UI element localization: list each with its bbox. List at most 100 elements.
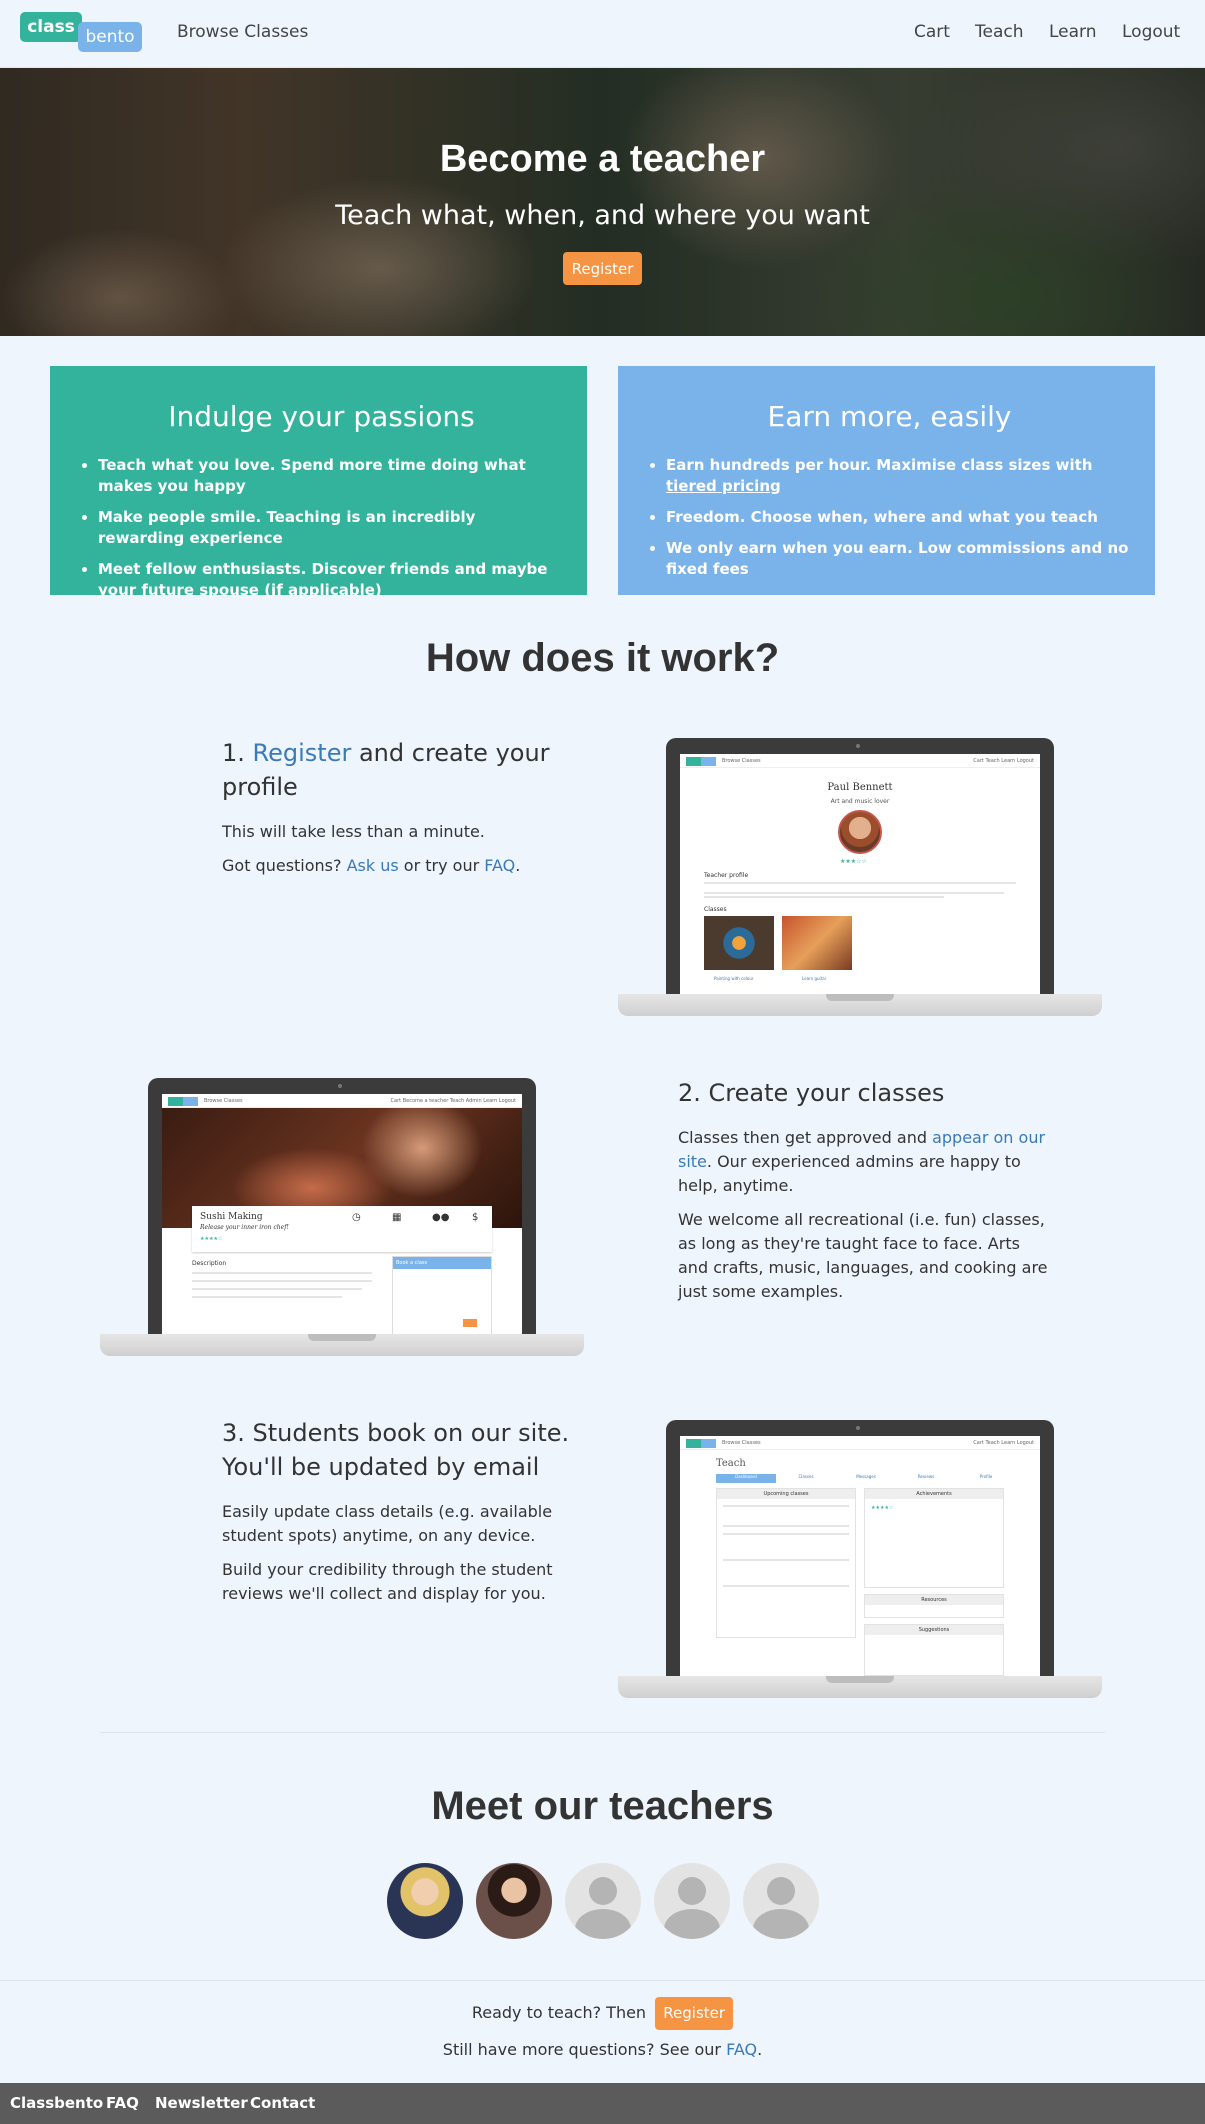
person-icon-head [589, 1877, 617, 1905]
teacher-avatar-placeholder[interactable] [654, 1863, 730, 1939]
mini-nav-right: Cart Teach Learn Logout [973, 758, 1034, 764]
person-icon-head [767, 1877, 795, 1905]
laptop-notch [826, 1676, 894, 1683]
footer-faq-link[interactable]: FAQ [106, 2094, 139, 2112]
mini-book-heading: Book a class [393, 1257, 491, 1269]
nav-cart[interactable]: Cart [914, 20, 950, 44]
laptop-profile-screenshot: Browse Classes Cart Teach Learn Logout P… [618, 738, 1102, 1016]
mini-tab: Dashboard [716, 1474, 776, 1483]
mini-suggestions-heading: Suggestions [865, 1625, 1003, 1635]
mini-resources-heading: Resources [865, 1595, 1003, 1605]
mini-booking-panel: Book a class [392, 1256, 492, 1334]
mini-teacher-name: Paul Bennett [827, 782, 893, 793]
laptop-screen: Browse Classes Cart Teach Learn Logout P… [680, 754, 1040, 994]
mini-text-line [723, 1525, 849, 1527]
mini-text-line [192, 1272, 372, 1274]
mini-text-line [704, 882, 1016, 884]
mini-tab: Classes [798, 1474, 814, 1479]
mini-nav: Browse Classes Cart Teach Learn Logout [680, 754, 1040, 768]
mini-calendar-icon: ▦ [392, 1212, 402, 1223]
laptop-screen: Browse Classes Cart Become a teacher Tea… [162, 1094, 522, 1334]
laptop-lid: Browse Classes Cart Teach Learn Logout T… [666, 1420, 1054, 1676]
mini-text-line [723, 1559, 849, 1561]
teacher-avatar[interactable] [476, 1863, 552, 1939]
mini-class-card: Sushi Making Release your inner iron che… [192, 1206, 492, 1252]
step-3: 3. Students book on our site. You'll be … [222, 1416, 597, 1616]
mini-class-label: Learn guitar [802, 976, 827, 981]
mini-nav-right: Cart Teach Learn Logout [973, 1440, 1034, 1446]
step-1-register-link[interactable]: Register [253, 739, 352, 767]
laptop-dashboard-screenshot: Browse Classes Cart Teach Learn Logout T… [618, 1420, 1102, 1698]
nav-logout[interactable]: Logout [1122, 20, 1180, 44]
earn-item: Freedom. Choose when, where and what you… [666, 507, 1131, 528]
tiered-pricing-link[interactable]: tiered pricing [666, 477, 781, 495]
footer-newsletter-link[interactable]: Newsletter [155, 2094, 248, 2112]
mini-text-line [723, 1533, 849, 1535]
teachers-title: Meet our teachers [431, 1784, 774, 1828]
passions-title: Indulge your passions [168, 400, 475, 433]
mini-dollar-icon: $ [472, 1212, 479, 1223]
step-2: 2. Create your classes Classes then get … [678, 1076, 1048, 1314]
bottom-faq-link[interactable]: FAQ [726, 2040, 757, 2059]
period: . [757, 2040, 763, 2059]
more-questions: Still have more questions? See our FAQ. [0, 2040, 1205, 2059]
teacher-avatar[interactable] [387, 1863, 463, 1939]
mini-classes-heading: Classes [704, 906, 727, 913]
ask-us-link[interactable]: Ask us [347, 856, 399, 875]
mini-people-icon: ●● [432, 1212, 450, 1223]
step-2-text-2: We welcome all recreational (i.e. fun) c… [678, 1210, 1048, 1301]
nav-browse-classes[interactable]: Browse Classes [177, 20, 308, 44]
hero-title: Become a teacher [439, 138, 766, 180]
passions-item: Make people smile. Teaching is an incred… [98, 507, 563, 549]
mini-logo [168, 1097, 198, 1106]
step-2-text-rest: . Our experienced admins are happy to he… [678, 1152, 1021, 1195]
step-3-text-1: Easily update class details (e.g. availa… [222, 1502, 553, 1545]
logo-bento: bento [78, 22, 142, 52]
questions-text: Got questions? [222, 856, 347, 875]
laptop-screen: Browse Classes Cart Teach Learn Logout T… [680, 1436, 1040, 1676]
mini-upcoming-heading: Upcoming classes [717, 1489, 855, 1499]
person-icon-head [678, 1877, 706, 1905]
step-1-number: 1. [222, 739, 253, 767]
footer-contact-link[interactable]: Contact [250, 2094, 315, 2112]
mini-tab: Reviews [917, 1474, 935, 1479]
laptop-base [618, 994, 1102, 1016]
mini-browse: Browse Classes [722, 758, 761, 764]
footer-divider [0, 1980, 1205, 1981]
step-1-title: 1. Register and create your profile [222, 736, 582, 804]
step-3-title: 3. Students book on our site. You'll be … [222, 1419, 570, 1481]
nav-learn[interactable]: Learn [1049, 20, 1097, 44]
person-icon-body [575, 1909, 631, 1939]
person-icon-body [664, 1909, 720, 1939]
mini-stars: ★★★☆☆ [840, 858, 867, 865]
earn-list: Earn hundreds per hour. Maximise class s… [648, 455, 1131, 580]
nav-teach[interactable]: Teach [975, 20, 1024, 44]
passions-box: Indulge your passions Teach what you lov… [50, 366, 587, 599]
mini-description-heading: Description [192, 1260, 227, 1267]
passions-item: Teach what you love. Spend more time doi… [98, 455, 563, 497]
mini-teach-heading: Teach [716, 1458, 746, 1469]
mini-resources-panel: Resources [864, 1594, 1004, 1618]
mini-text-line [704, 892, 1004, 894]
mini-nav: Browse Classes Cart Teach Learn Logout [680, 1436, 1040, 1450]
footer-classbento-link[interactable]: Classbento [10, 2094, 103, 2112]
classbento-logo[interactable]: class bento [20, 12, 144, 54]
mini-tab: Messages [856, 1474, 876, 1479]
more-text: Still have more questions? See our [442, 2040, 727, 2059]
teacher-avatar-placeholder[interactable] [743, 1863, 819, 1939]
earn-box: Earn more, easily Earn hundreds per hour… [618, 366, 1155, 595]
mini-tab: Profile [979, 1474, 993, 1479]
bottom-register-button[interactable]: Register [655, 1997, 734, 2030]
faq-link[interactable]: FAQ [484, 856, 515, 875]
footer-bar: Classbento FAQ Newsletter Contact [0, 2083, 1205, 2124]
laptop-camera [856, 1426, 860, 1430]
hero-banner: Become a teacher Teach what, when, and w… [0, 68, 1205, 336]
step-1-questions: Got questions? Ask us or try our FAQ. [222, 854, 582, 878]
mini-class-tagline: Release your inner iron chef! [200, 1224, 289, 1231]
hero-register-button[interactable]: Register [563, 252, 642, 285]
laptop-camera [856, 744, 860, 748]
mini-stars: ★★★★☆ [871, 1505, 894, 1511]
teacher-avatar-placeholder[interactable] [565, 1863, 641, 1939]
mini-class-image-guitar [782, 916, 852, 970]
mini-browse: Browse Classes [204, 1098, 243, 1104]
